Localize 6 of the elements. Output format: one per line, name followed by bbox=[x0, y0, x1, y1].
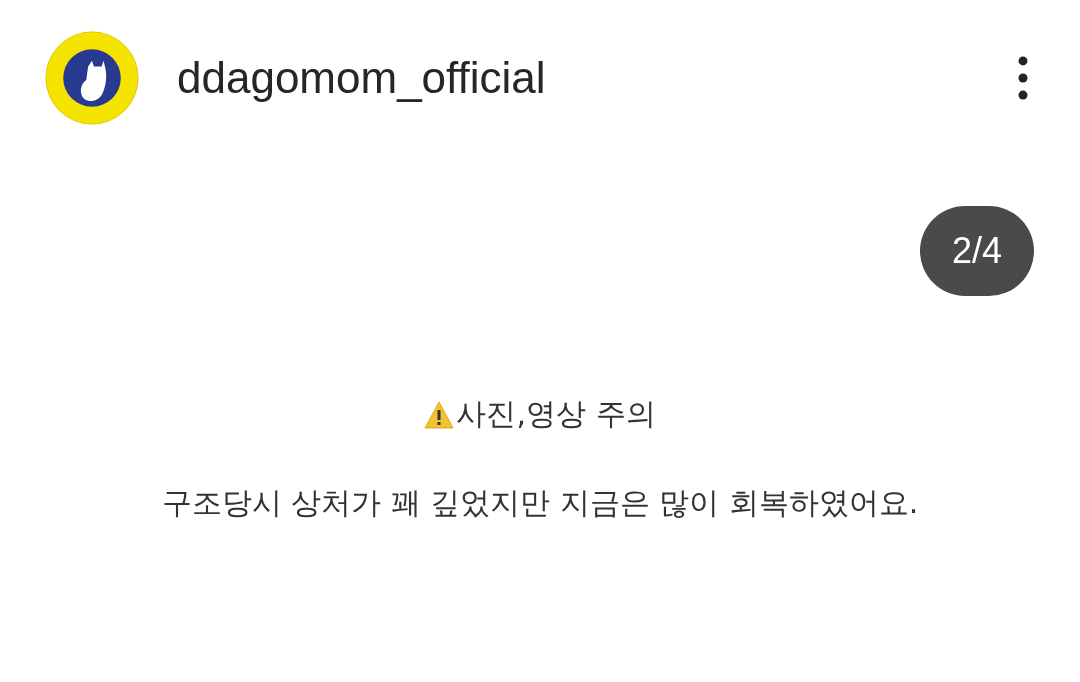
avatar-logo-icon[interactable] bbox=[44, 30, 140, 126]
warning-text: 사진,영상 주의 bbox=[456, 395, 656, 433]
warning-icon bbox=[424, 400, 455, 429]
username[interactable]: ddagomom_official bbox=[177, 53, 1014, 103]
slide-counter-badge: 2/4 bbox=[919, 206, 1034, 296]
caption-text: 구조당시 상처가 꽤 깊었지만 지금은 많이 회복하였어요. bbox=[161, 484, 919, 522]
